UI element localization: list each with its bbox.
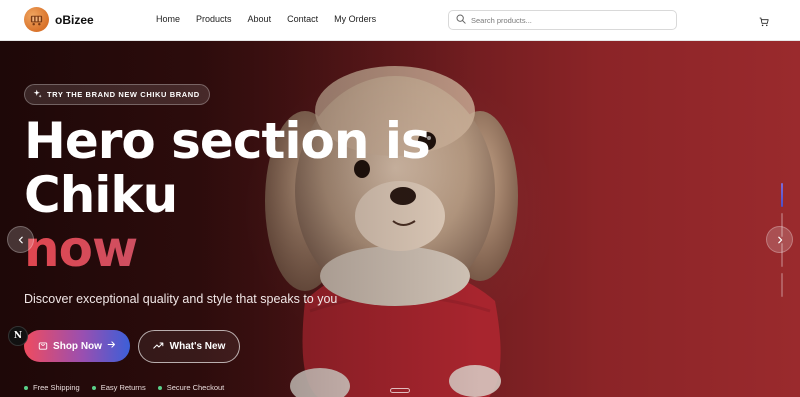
dev-tools-badge[interactable]: N	[8, 326, 28, 346]
carousel-next-button[interactable]	[766, 226, 793, 253]
carousel-indicator[interactable]	[781, 213, 783, 237]
nav-home[interactable]: Home	[156, 14, 180, 24]
feature-dot	[157, 385, 162, 390]
shopping-bag-icon	[38, 340, 48, 353]
search-input[interactable]	[471, 15, 661, 25]
feature-item: Secure Checkout	[157, 383, 225, 392]
carousel-prev-button[interactable]	[7, 226, 34, 253]
shopping-cart-logo-icon	[24, 7, 49, 32]
carousel-indicator[interactable]	[781, 243, 783, 267]
site-header: oBizee Home Products About Contact My Or…	[0, 0, 800, 41]
brand-name: oBizee	[55, 12, 94, 27]
feature-list: Free Shipping Easy Returns Secure Checko…	[24, 383, 224, 392]
main-nav: Home Products About Contact My Orders	[156, 14, 392, 24]
hero-headline: Hero section is Chiku now	[24, 114, 444, 276]
trending-up-icon	[152, 340, 164, 353]
headline-line-2: Chiku	[24, 166, 178, 224]
whats-new-label: What's New	[169, 341, 226, 352]
search-box	[448, 10, 677, 30]
feature-dot	[24, 385, 28, 390]
cart-icon[interactable]	[759, 14, 769, 32]
feature-item: Easy Returns	[91, 383, 146, 392]
carousel-indicator[interactable]	[781, 183, 783, 207]
scroll-indicator	[390, 388, 410, 393]
shop-now-label: Shop Now	[53, 340, 102, 352]
headline-accent: now	[24, 222, 444, 276]
hero-subtitle: Discover exceptional quality and style t…	[24, 292, 338, 306]
nav-products[interactable]: Products	[196, 14, 232, 24]
chevron-left-icon	[17, 231, 25, 249]
hero-section: TRY THE BRAND NEW CHIKU BRAND Hero secti…	[0, 41, 800, 397]
sparkles-icon	[33, 89, 42, 100]
brand[interactable]: oBizee	[24, 7, 94, 32]
carousel-progress	[781, 183, 783, 303]
nav-about[interactable]: About	[248, 14, 272, 24]
feature-item: Free Shipping	[24, 383, 80, 392]
carousel-indicator[interactable]	[781, 273, 783, 297]
feature-dot	[91, 385, 96, 390]
shop-now-button[interactable]: Shop Now	[24, 330, 130, 362]
feature-label: Secure Checkout	[166, 383, 225, 392]
nav-my-orders[interactable]: My Orders	[334, 14, 376, 24]
whats-new-button[interactable]: What's New	[138, 330, 240, 363]
arrow-right-icon	[107, 340, 116, 352]
promo-badge-label: TRY THE BRAND NEW CHIKU BRAND	[47, 90, 200, 99]
feature-label: Free Shipping	[33, 383, 80, 392]
headline-line-1: Hero section is	[24, 112, 431, 170]
search-icon	[456, 11, 466, 29]
feature-label: Easy Returns	[100, 383, 146, 392]
nav-contact[interactable]: Contact	[287, 14, 318, 24]
promo-badge[interactable]: TRY THE BRAND NEW CHIKU BRAND	[24, 84, 210, 105]
